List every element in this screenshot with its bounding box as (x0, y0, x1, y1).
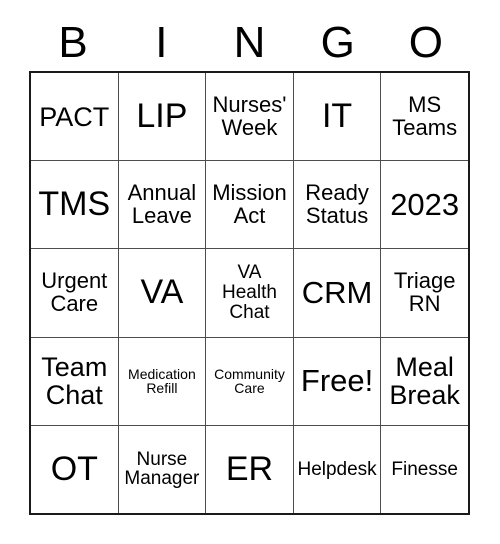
bingo-header-letter-i-text: I (155, 17, 168, 67)
bingo-cell-label: LIP (136, 96, 188, 135)
bingo-cell-label: Medication Refill (128, 365, 196, 397)
bingo-grid: PACT LIP Nurses' Week IT MS Teams TMS An… (29, 71, 470, 515)
bingo-cell-label: MS Teams (392, 91, 458, 140)
bingo-row: PACT LIP Nurses' Week IT MS Teams (31, 73, 468, 162)
bingo-cell-r3c2[interactable]: VA (118, 249, 207, 337)
bingo-cell-label: Meal Break (389, 352, 460, 411)
bingo-cell-r2c5[interactable]: 2023 (381, 161, 468, 249)
bingo-cell-r5c2[interactable]: Nurse Manager (118, 425, 207, 514)
bingo-header-letter-n: N (205, 14, 293, 71)
bingo-cell-r5c1[interactable]: OT (31, 425, 119, 514)
bingo-cell-label: ER (225, 449, 274, 488)
bingo-cell-r3c1[interactable]: Urgent Care (31, 249, 119, 337)
bingo-cell-label: PACT (39, 101, 110, 132)
bingo-cell-r4c5[interactable]: Meal Break (381, 337, 468, 425)
bingo-cell-label: Nurses' Week (212, 91, 287, 140)
bingo-header-letter-g: G (294, 14, 382, 71)
bingo-cell-label: OT (50, 449, 98, 488)
bingo-cell-r2c2[interactable]: Annual Leave (118, 161, 207, 249)
bingo-header-letter-g-text: G (320, 17, 355, 67)
bingo-cell-r4c3[interactable]: Community Care (206, 337, 294, 425)
bingo-row: OT Nurse Manager ER Helpdesk Finesse (31, 425, 468, 514)
bingo-header-letter-b: B (29, 14, 117, 71)
bingo-cell-label: CRM (301, 274, 373, 310)
bingo-cell-label: Triage RN (393, 268, 456, 316)
bingo-cell-label: Urgent Care (41, 268, 108, 316)
bingo-cell-r5c3[interactable]: ER (206, 425, 294, 514)
bingo-cell-label: TMS (38, 185, 111, 224)
bingo-cell-r2c4[interactable]: Ready Status (293, 161, 382, 249)
bingo-cell-r5c5[interactable]: Finesse (381, 425, 468, 514)
bingo-cell-free-space[interactable]: Free! (293, 337, 382, 425)
bingo-card: B I N G O PACT LIP Nurses' Week IT MS Te… (0, 0, 500, 544)
bingo-cell-r1c5[interactable]: MS Teams (381, 73, 468, 161)
bingo-cell-label: Community Care (214, 365, 285, 397)
bingo-cell-r3c5[interactable]: Triage RN (381, 249, 468, 337)
bingo-cell-r1c2[interactable]: LIP (118, 73, 207, 161)
bingo-cell-label: Nurse Manager (124, 448, 200, 490)
bingo-cell-r3c3[interactable]: VA Health Chat (206, 249, 294, 337)
bingo-header-letter-o: O (382, 14, 470, 71)
bingo-header-row: B I N G O (29, 14, 470, 71)
bingo-cell-label: IT (321, 96, 353, 135)
bingo-row: TMS Annual Leave Mission Act Ready Statu… (31, 161, 468, 250)
bingo-cell-r5c4[interactable]: Helpdesk (293, 425, 382, 514)
bingo-cell-label: Finesse (391, 458, 458, 480)
bingo-header-letter-o-text: O (408, 17, 444, 67)
bingo-cell-r2c1[interactable]: TMS (31, 161, 119, 249)
bingo-row: Team Chat Medication Refill Community Ca… (31, 337, 468, 426)
bingo-cell-r4c1[interactable]: Team Chat (31, 337, 119, 425)
bingo-cell-label: VA (140, 273, 184, 312)
bingo-cell-label: Mission Act (212, 179, 287, 228)
bingo-cell-r4c2[interactable]: Medication Refill (118, 337, 207, 425)
bingo-cell-label: Helpdesk (297, 458, 377, 480)
bingo-cell-label: 2023 (390, 186, 460, 222)
bingo-header-letter-b-text: B (58, 17, 88, 67)
bingo-cell-label: Team Chat (41, 352, 108, 411)
bingo-cell-r3c4[interactable]: CRM (293, 249, 382, 337)
bingo-cell-r1c1[interactable]: PACT (31, 73, 119, 161)
bingo-header-letter-i: I (117, 14, 205, 71)
bingo-row: Urgent Care VA VA Health Chat CRM Triage… (31, 249, 468, 338)
bingo-header-letter-n-text: N (233, 17, 266, 67)
bingo-cell-label: Ready Status (305, 179, 369, 228)
bingo-cell-r2c3[interactable]: Mission Act (206, 161, 294, 249)
bingo-cell-r1c3[interactable]: Nurses' Week (206, 73, 294, 161)
bingo-cell-label: Annual Leave (127, 179, 197, 228)
bingo-cell-label: VA Health Chat (222, 262, 277, 323)
bingo-cell-r1c4[interactable]: IT (293, 73, 382, 161)
bingo-free-space-label: Free! (300, 363, 374, 399)
